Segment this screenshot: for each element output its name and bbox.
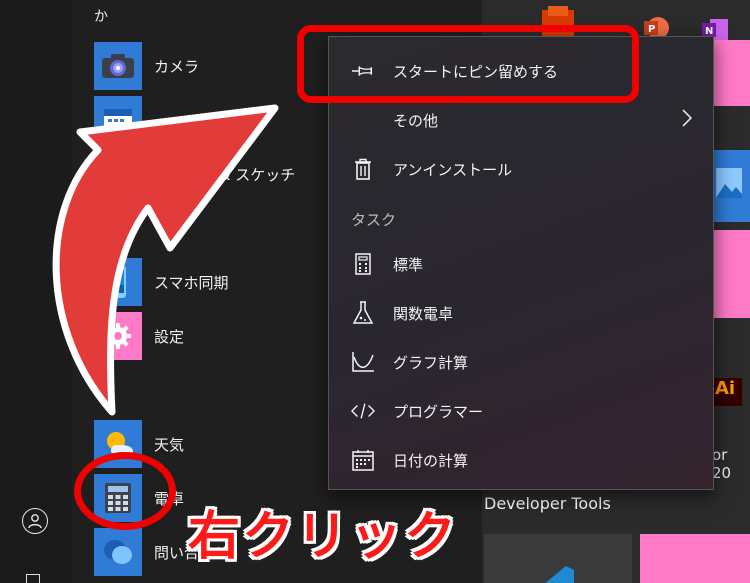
flask-icon xyxy=(351,301,375,325)
menu-label: 関数電卓 xyxy=(393,305,454,323)
calendar-icon xyxy=(94,96,142,144)
pink-tile[interactable] xyxy=(640,534,750,583)
user-avatar-icon[interactable] xyxy=(22,508,48,534)
left-rail xyxy=(0,0,72,583)
menu-item-task-graphing[interactable]: グラフ計算 xyxy=(329,340,713,384)
menu-label: その他 xyxy=(393,112,439,130)
pink-tile[interactable] xyxy=(712,40,750,106)
menu-label: 標準 xyxy=(393,256,424,274)
app-label: カメラ xyxy=(154,58,200,76)
camera-icon xyxy=(94,42,142,90)
tile-partial-label: or 20 xyxy=(712,446,732,482)
menu-item-task-standard[interactable]: 標準 xyxy=(329,242,713,286)
menu-item-more[interactable]: その他 xyxy=(329,98,713,142)
help-icon xyxy=(94,528,142,576)
illustrator-icon[interactable]: Ai xyxy=(712,372,750,412)
app-label: 天気 xyxy=(154,436,185,454)
app-label: 設定 xyxy=(154,328,185,346)
group-header-developer-tools[interactable]: Developer Tools xyxy=(484,494,611,513)
menu-item-task-programmer[interactable]: プログラマー xyxy=(329,389,713,433)
svg-text:P: P xyxy=(648,24,655,35)
chevron-right-icon xyxy=(681,108,693,132)
menu-label: プログラマー xyxy=(393,403,484,421)
annotation-right-click-text: 右クリック xyxy=(188,507,459,567)
section-header-ka[interactable]: か xyxy=(94,6,108,26)
menu-section-tasks: タスク xyxy=(351,211,397,229)
annotation-highlight-box xyxy=(297,25,639,103)
phone-link-icon xyxy=(94,258,142,306)
gear-icon xyxy=(94,312,142,360)
annotation-circle xyxy=(74,452,176,530)
context-menu: スタートにピン留めする その他 アンインストール タスク 標準 関数電卓 グラフ… xyxy=(328,36,714,490)
trash-icon xyxy=(351,157,375,181)
menu-label: グラフ計算 xyxy=(393,354,469,372)
vscode-tile[interactable] xyxy=(484,534,632,583)
menu-label: 日付の計算 xyxy=(393,452,469,470)
pink-tile[interactable] xyxy=(712,230,750,318)
app-label: 切り取り & スケッチ xyxy=(154,166,296,184)
menu-item-task-date[interactable]: 日付の計算 xyxy=(329,438,713,482)
calculator-icon xyxy=(351,252,375,276)
app-label: スマホ同期 xyxy=(154,274,229,292)
graph-icon xyxy=(351,350,375,374)
calendar-icon xyxy=(351,448,375,472)
code-icon xyxy=(351,399,375,423)
documents-icon[interactable] xyxy=(26,574,40,583)
photos-tile[interactable] xyxy=(712,150,750,222)
snip-sketch-icon xyxy=(94,150,142,198)
menu-item-uninstall[interactable]: アンインストール xyxy=(329,147,713,191)
menu-label: アンインストール xyxy=(393,161,513,179)
illustrator-label: Ai xyxy=(712,378,742,406)
menu-item-task-scientific[interactable]: 関数電卓 xyxy=(329,291,713,335)
section-header-ta[interactable]: た xyxy=(94,380,108,400)
